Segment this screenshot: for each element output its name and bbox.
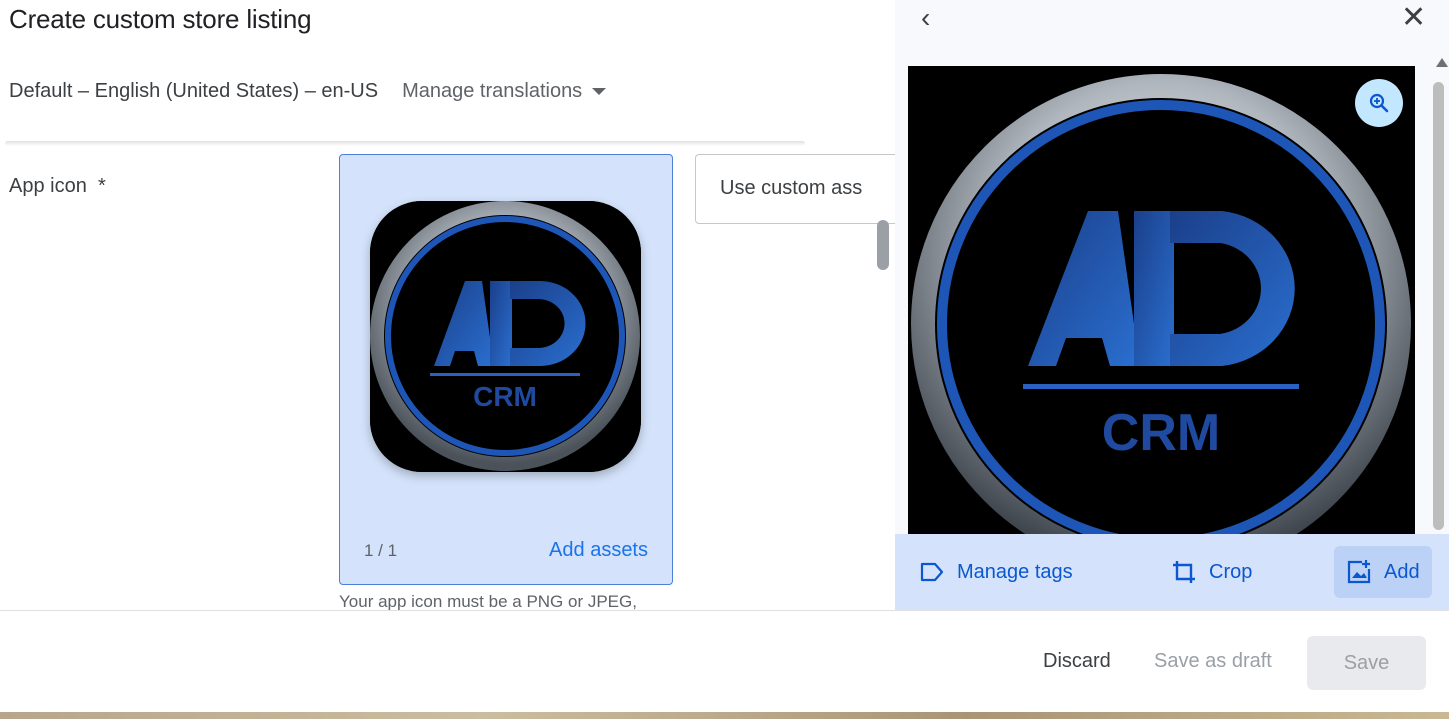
asset-preview-image: CRM <box>908 66 1415 534</box>
discard-button[interactable]: Discard <box>1043 650 1111 673</box>
app-icon-asset-card[interactable]: CRM 1 / 1 Add assets <box>339 154 673 585</box>
store-listing-form: Create custom store listing Default – En… <box>0 0 895 610</box>
scrollbar-thumb[interactable] <box>877 220 889 270</box>
add-label: Add <box>1384 560 1420 583</box>
preview-action-bar: Manage tags Crop Add <box>895 534 1449 610</box>
save-as-draft-button[interactable]: Save as draft <box>1154 650 1272 673</box>
crop-button[interactable]: Crop <box>1171 534 1252 610</box>
required-mark: * <box>97 175 106 197</box>
logo-crm-text: CRM <box>473 381 537 412</box>
app-icon-thumbnail[interactable]: CRM <box>370 201 641 472</box>
app-icon-label: App icon * <box>9 175 106 198</box>
asset-count: 1 / 1 <box>364 541 398 560</box>
app-root: Create custom store listing Default – En… <box>0 0 1449 719</box>
desktop-background-strip <box>0 712 1449 719</box>
language-label: Default – English (United States) – en-U… <box>9 80 379 102</box>
add-button[interactable]: Add <box>1334 546 1432 598</box>
manage-tags-button[interactable]: Manage tags <box>919 534 1073 610</box>
manage-tags-label: Manage tags <box>957 560 1073 583</box>
caret-down-icon <box>592 88 607 95</box>
app-icon-label-text: App icon <box>9 175 87 197</box>
use-custom-asset-button[interactable]: Use custom ass <box>695 154 895 224</box>
preview-scrollbar-thumb[interactable] <box>1433 82 1444 530</box>
add-photo-icon <box>1347 560 1371 584</box>
logo-crm-text-large: CRM <box>1102 404 1220 462</box>
zoom-in-icon <box>1369 93 1389 113</box>
crop-label: Crop <box>1209 560 1253 583</box>
language-row: Default – English (United States) – en-U… <box>9 80 607 103</box>
manage-translations-dropdown[interactable]: Manage translations <box>402 80 607 103</box>
page-title: Create custom store listing <box>9 4 312 34</box>
back-icon[interactable]: ‹ <box>921 4 930 32</box>
ad-crm-logo-large: CRM <box>908 66 1415 534</box>
ad-crm-logo: CRM <box>370 201 641 472</box>
close-icon[interactable]: ✕ <box>1401 3 1426 33</box>
divider <box>5 141 805 146</box>
app-icon-help-text: Your app icon must be a PNG or JPEG, <box>339 592 637 610</box>
manage-translations-label: Manage translations <box>402 80 583 102</box>
scroll-up-arrow-icon[interactable] <box>1436 58 1448 67</box>
asset-preview-panel: ‹ ✕ CRM Manage tags Crop Add <box>895 0 1449 610</box>
zoom-in-button[interactable] <box>1355 79 1403 127</box>
save-button[interactable]: Save <box>1307 636 1426 690</box>
label-tag-icon <box>920 562 944 582</box>
add-assets-link[interactable]: Add assets <box>549 539 648 562</box>
form-footer: Discard Save as draft Save <box>0 610 1449 712</box>
crop-icon <box>1173 561 1195 583</box>
